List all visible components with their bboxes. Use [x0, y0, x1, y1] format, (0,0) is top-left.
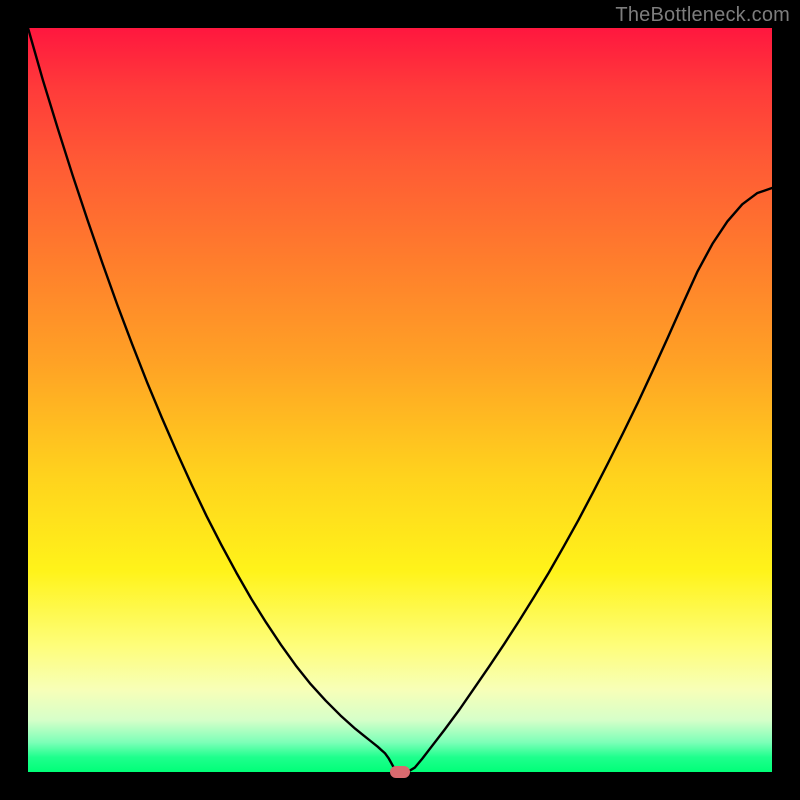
bottleneck-curve	[28, 28, 772, 772]
watermark-text: TheBottleneck.com	[615, 4, 790, 27]
plot-area	[28, 28, 772, 772]
chart-frame: TheBottleneck.com	[0, 0, 800, 800]
curve-svg	[28, 28, 772, 772]
data-marker	[390, 766, 410, 778]
